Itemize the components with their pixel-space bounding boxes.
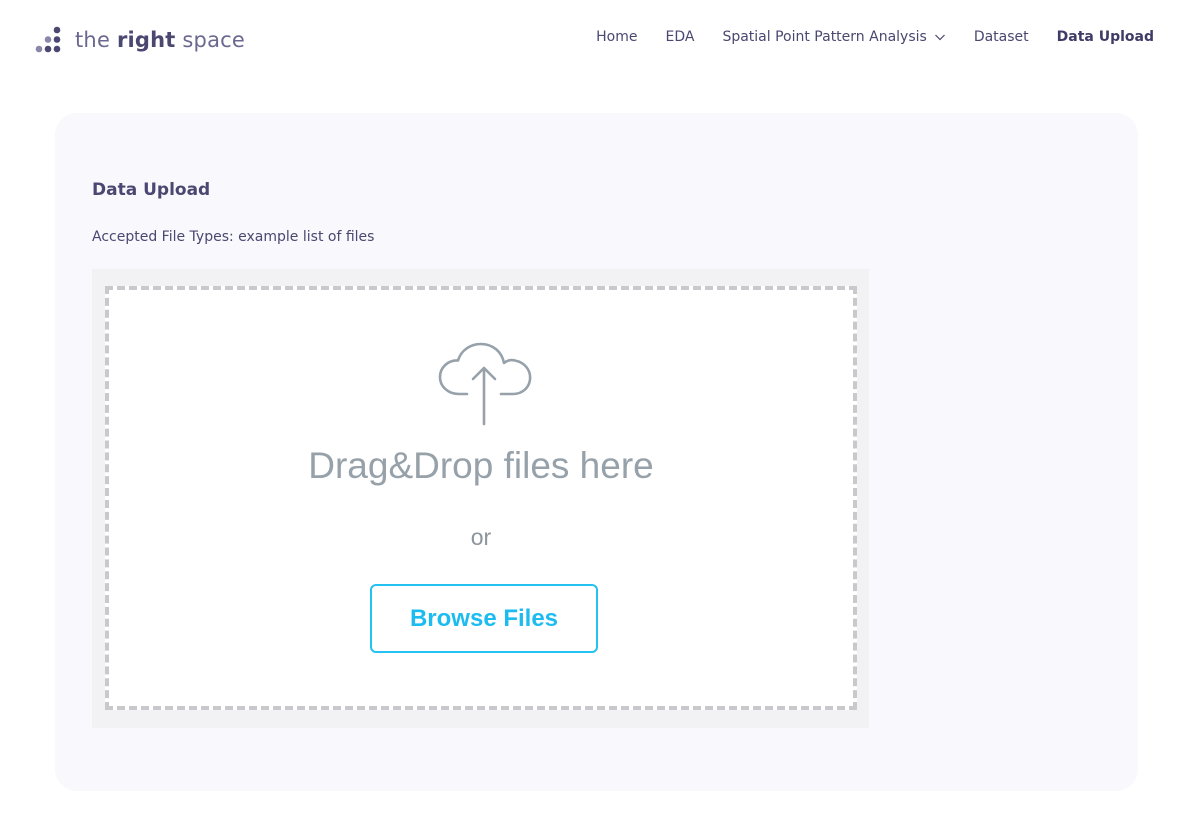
- nav-item-eda[interactable]: EDA: [665, 29, 694, 45]
- nav-item-label: Data Upload: [1056, 29, 1154, 45]
- chevron-down-icon: [934, 31, 946, 43]
- brand-logo[interactable]: the right space: [34, 24, 245, 56]
- upload-card: Data Upload Accepted File Types: example…: [55, 113, 1138, 791]
- site-header: the right space Home EDA Spatial Point P…: [0, 0, 1182, 80]
- brand-name-prefix: the: [75, 28, 117, 52]
- brand-name: the right space: [75, 28, 245, 52]
- page-title: Data Upload: [92, 180, 211, 200]
- nav-item-label: EDA: [665, 29, 695, 45]
- cloud-upload-icon: [435, 342, 535, 426]
- nav-item-label: Home: [596, 29, 638, 45]
- brand-name-suffix: space: [175, 28, 246, 52]
- dropzone-separator: or: [470, 524, 492, 550]
- nav-item-label: Spatial Point Pattern Analysis: [722, 29, 927, 45]
- dropzone-frame: Drag&Drop files here or Browse Files: [92, 269, 869, 728]
- nav-item-dataset[interactable]: Dataset: [974, 29, 1029, 45]
- brand-name-strong: right: [116, 28, 176, 52]
- nav-item-home[interactable]: Home: [596, 29, 637, 45]
- dots-logo-icon: [34, 25, 64, 55]
- nav-item-label: Dataset: [973, 29, 1029, 45]
- dropzone-headline: Drag&Drop files here: [308, 445, 654, 486]
- browse-files-button[interactable]: Browse Files: [370, 584, 598, 653]
- main-nav: Home EDA Spatial Point Pattern Analysis …: [596, 29, 1154, 45]
- accepted-file-types: Accepted File Types: example list of fil…: [92, 229, 375, 245]
- nav-item-spatial-point-pattern-analysis[interactable]: Spatial Point Pattern Analysis: [722, 29, 945, 45]
- dropzone[interactable]: Drag&Drop files here or Browse Files: [105, 286, 857, 710]
- nav-item-data-upload[interactable]: Data Upload: [1057, 29, 1154, 45]
